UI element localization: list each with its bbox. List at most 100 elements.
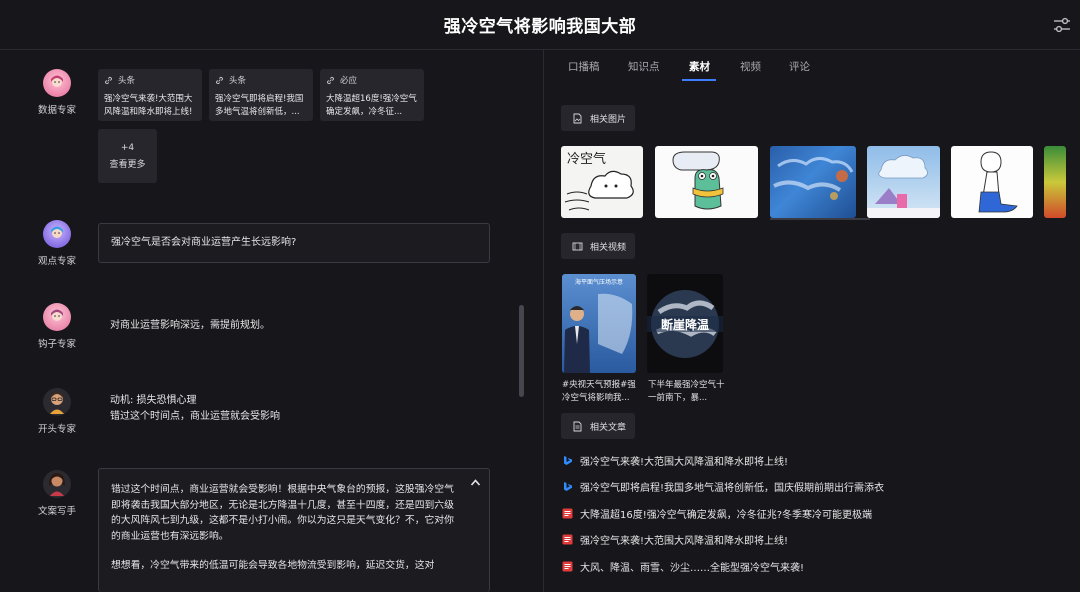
tab-script[interactable]: 口播稿 <box>568 59 600 74</box>
related-videos-label: 相关视频 <box>590 242 627 253</box>
video-overlay-text: 海平面气压场示意 <box>574 279 623 286</box>
agent-name: 文案写手 <box>37 506 76 517</box>
source-card[interactable]: 头条 强冷空气即将启程!我国多地气温将创新低，... <box>209 69 313 121</box>
header: 强冷空气将影响我国大部 <box>0 0 1080 50</box>
image-thumbnail[interactable] <box>951 146 1033 218</box>
avatar <box>43 220 71 248</box>
girl-avatar-icon <box>51 226 63 238</box>
toutiao-logo-icon <box>562 508 573 518</box>
related-articles-button[interactable]: 相关文章 <box>561 413 635 439</box>
image-thumbnail[interactable] <box>655 146 758 218</box>
tab-comments[interactable]: 评论 <box>789 59 810 74</box>
snow-cloud-image <box>867 155 940 218</box>
opening-line-1: 动机: 损失恐惧心理 <box>110 395 197 406</box>
satellite-map-image <box>773 157 854 200</box>
link-icon <box>104 76 113 84</box>
doodle-text: 冷空气 <box>567 151 606 167</box>
girl-avatar-icon <box>51 309 63 321</box>
toutiao-logo-icon <box>562 534 573 544</box>
active-tab-indicator <box>682 79 716 81</box>
image-strip-scrollbar[interactable] <box>770 218 870 220</box>
link-icon <box>215 76 224 84</box>
bing-logo-icon <box>564 455 572 465</box>
article-item[interactable]: 强冷空气即将启程!我国多地气温将创新低，国庆假期前期出行需添衣 <box>562 478 884 494</box>
image-file-icon <box>573 113 582 123</box>
woman-avatar-icon <box>49 473 65 496</box>
avatar <box>43 303 71 331</box>
copy-paragraph-1: 错过这个时间点，商业运营就会受影响！根据中央气象台的预报，这股强冷空气即将袭击我… <box>111 484 454 542</box>
tab-knowledge[interactable]: 知识点 <box>628 59 660 74</box>
toutiao-logo-icon <box>562 561 573 571</box>
agent-hook-expert: 钩子专家 <box>30 303 84 350</box>
avatar <box>43 69 71 97</box>
avatar <box>43 388 71 416</box>
image-thumbnail-partial[interactable] <box>1044 146 1066 218</box>
view-more-button[interactable]: +4 查看更多 <box>98 129 157 183</box>
related-articles-label: 相关文章 <box>590 422 627 433</box>
avatar <box>43 470 71 498</box>
film-icon <box>572 242 583 250</box>
source-tag: 头条 <box>118 76 136 86</box>
materials-panel: 口播稿 知识点 素材 视频 评论 相关图片 冷空气 相关视频 海平面气压场示意 … <box>544 50 1080 592</box>
agent-copywriter: 文案写手 <box>30 470 84 517</box>
source-card[interactable]: 必应 大降温超16度!强冷空气确定发飙，冷冬征... <box>320 69 424 121</box>
agent-name: 钩子专家 <box>37 339 76 350</box>
article-title: 大降温超16度!强冷空气确定发飙，冷冬征兆?冬季寒冷可能更极端 <box>580 509 873 521</box>
viewpoint-bubble: 强冷空气是否会对商业运营产生长远影响? <box>98 223 490 263</box>
source-text: 大降温超16度!强冷空气确定发飙，冷冬征... <box>326 94 417 117</box>
agent-data-expert: 数据专家 <box>30 69 84 116</box>
source-text: 强冷空气即将启程!我国多地气温将创新低，... <box>215 94 304 117</box>
article-title: 强冷空气来袭!大范围大风降温和降水即将上线! <box>580 456 789 468</box>
settings-sliders-icon[interactable] <box>1052 15 1072 35</box>
more-label: 查看更多 <box>109 160 146 170</box>
image-thumbnail[interactable]: 冷空气 <box>561 146 643 218</box>
agent-viewpoint-expert: 观点专家 <box>30 220 84 267</box>
source-text: 强冷空气来袭!大范围大风降温和降水即将上线! <box>104 94 193 117</box>
shivering-figure-image <box>978 151 1018 213</box>
article-title: 强冷空气来袭!大范围大风降温和降水即将上线! <box>580 535 789 547</box>
article-title: 大风、降温、雨雪、沙尘……全能型强冷空气来袭! <box>580 562 805 574</box>
agent-name: 开头专家 <box>37 424 76 435</box>
page-title: 强冷空气将影响我国大部 <box>443 17 637 37</box>
agent-name: 观点专家 <box>37 256 76 267</box>
video-overlay-text: 断崖降温 <box>660 318 709 332</box>
chevron-up-icon[interactable] <box>470 478 481 487</box>
article-item[interactable]: 大风、降温、雨雪、沙尘……全能型强冷空气来袭! <box>562 558 804 574</box>
copy-paragraph-2: 想想看，冷空气带来的低温可能会导致各地物流受到影响，延迟交货，这对 <box>111 560 435 571</box>
video-thumbnail[interactable]: 海平面气压场示意 <box>562 274 636 373</box>
article-item[interactable]: 大降温超16度!强冷空气确定发飙，冷冬征兆?冬季寒冷可能更极端 <box>562 505 872 521</box>
tab-bar: 口播稿 知识点 素材 视频 评论 <box>544 50 1080 82</box>
related-videos-button[interactable]: 相关视频 <box>561 233 635 259</box>
tab-video[interactable]: 视频 <box>740 59 761 74</box>
article-item[interactable]: 强冷空气来袭!大范围大风降温和降水即将上线! <box>562 531 788 547</box>
hook-text: 对商业运营影响深远，需提前规划。 <box>110 320 270 331</box>
girl-avatar-icon <box>51 75 63 87</box>
image-thumbnail[interactable] <box>770 146 856 218</box>
bing-logo-icon <box>564 481 572 491</box>
document-icon <box>573 421 582 431</box>
video-caption[interactable]: 下半年最强冷空气十一前南下，暴... <box>648 379 726 405</box>
chat-panel: 数据专家 头条 强冷空气来袭!大范围大风降温和降水即将上线! 头条 强冷空气即将… <box>0 50 543 592</box>
man-avatar-icon <box>50 392 64 414</box>
scrollbar-thumb[interactable] <box>519 305 524 397</box>
agent-name: 数据专家 <box>37 105 76 116</box>
agent-opening-expert: 开头专家 <box>30 388 84 435</box>
more-count: +4 <box>120 143 135 153</box>
link-icon <box>326 76 335 84</box>
source-tag: 必应 <box>340 76 358 86</box>
viewpoint-text: 强冷空气是否会对商业运营产生长远影响? <box>111 237 297 248</box>
source-card[interactable]: 头条 强冷空气来袭!大范围大风降温和降水即将上线! <box>98 69 202 121</box>
related-images-label: 相关图片 <box>590 114 627 125</box>
article-item[interactable]: 强冷空气来袭!大范围大风降温和降水即将上线! <box>562 452 788 468</box>
opening-line-2: 错过这个时间点，商业运营就会受影响 <box>110 411 280 422</box>
related-images-button[interactable]: 相关图片 <box>561 105 635 131</box>
video-caption[interactable]: #央视天气预报#强冷空气将影响我... <box>562 379 640 405</box>
news-anchor-image <box>564 293 633 373</box>
video-thumbnail[interactable]: 断崖降温 <box>647 274 723 373</box>
tab-materials[interactable]: 素材 <box>689 59 710 74</box>
cold-air-doodle-image: 冷空气 <box>564 151 634 211</box>
frog-cartoon-image <box>672 151 724 210</box>
copy-bubble: 错过这个时间点，商业运营就会受影响！根据中央气象台的预报，这股强冷空气即将袭击我… <box>98 468 490 592</box>
image-thumbnail[interactable] <box>867 146 940 218</box>
article-title: 强冷空气即将启程!我国多地气温将创新低，国庆假期前期出行需添衣 <box>580 482 885 494</box>
